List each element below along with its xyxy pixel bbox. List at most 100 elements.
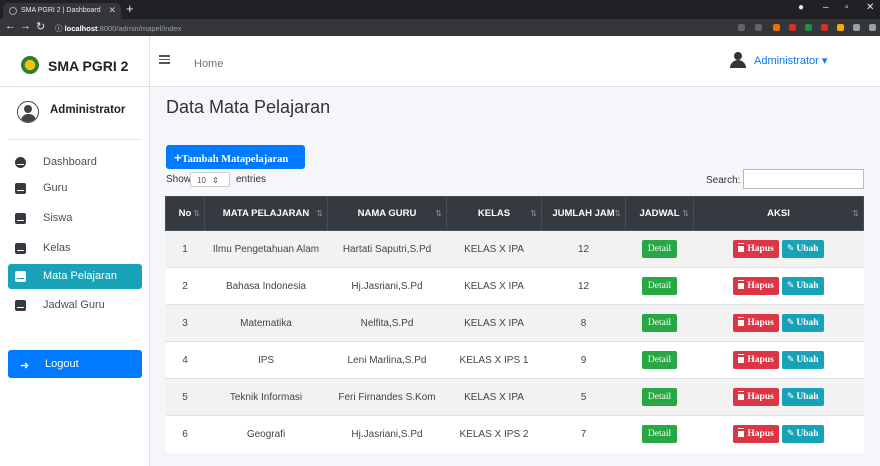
sort-icon: ⇅ — [316, 209, 323, 218]
url-path: :8000/admin/mapel/index — [97, 24, 182, 33]
extension-icon[interactable] — [821, 24, 828, 31]
column-header-jadwal[interactable]: JADWAL ⇅ — [625, 196, 694, 231]
minimize-icon[interactable]: – — [823, 2, 829, 13]
reload-icon[interactable]: ↻ — [36, 20, 45, 33]
extensions-puzzle-icon[interactable] — [853, 24, 860, 31]
maximize-icon[interactable]: ▫ — [845, 2, 849, 13]
bookmark-star-icon[interactable] — [755, 24, 762, 31]
column-header-no[interactable]: No ⇅ — [165, 196, 205, 231]
trash-icon — [738, 318, 745, 326]
tab-close-icon[interactable]: ✕ — [108, 5, 116, 16]
back-icon[interactable]: ← — [5, 20, 16, 32]
cell-subject: Teknik Informasi — [204, 378, 328, 416]
sort-icon: ⇅ — [435, 209, 442, 218]
table-icon — [15, 183, 26, 194]
sidebar-item-siswa[interactable]: Siswa — [8, 206, 142, 231]
column-header-kelas[interactable]: KELAS ⇅ — [446, 196, 542, 231]
extension-icon[interactable] — [773, 24, 780, 31]
sort-icon: ⇅ — [852, 209, 859, 218]
table-body: 1 Ilmu Pengetahuan Alam Hartati Saputri,S.… — [165, 230, 864, 453]
column-header-label: JADWAL — [639, 208, 680, 219]
brand[interactable]: SMA PGRI 2 — [0, 36, 149, 87]
profile-icon[interactable]: ● — [798, 2, 804, 13]
cell-jadwal: Detail — [625, 341, 694, 379]
edit-button[interactable]: ✎ Ubah — [781, 240, 824, 258]
sidebar-item-label: Jadwal Guru — [43, 299, 105, 311]
delete-button[interactable]: Hapus — [733, 425, 779, 444]
cell-aksi: Hapus ✎ Ubah — [693, 230, 864, 268]
translate-icon[interactable] — [738, 24, 745, 31]
user-panel[interactable]: Administrator — [8, 87, 141, 140]
user-dropdown[interactable]: Administrator ▾ — [754, 54, 827, 67]
user-icon — [730, 52, 746, 68]
edit-button[interactable]: ✎ Ubah — [781, 277, 824, 295]
delete-button[interactable]: Hapus — [733, 314, 779, 332]
cell-class: KELAS X IPS 1 — [446, 341, 542, 379]
sort-icon: ⇅ — [614, 209, 621, 218]
cell-subject: Bahasa Indonesia — [204, 267, 328, 305]
show-label: Show — [166, 174, 192, 185]
cell-jadwal: Detail — [625, 230, 694, 268]
sidebar-item-mata-pelajaran[interactable]: Mata Pelajaran — [8, 264, 142, 289]
sidebar-item-kelas[interactable]: Kelas — [8, 236, 142, 261]
detail-button[interactable]: Detail — [641, 314, 678, 332]
edit-button[interactable]: ✎ Ubah — [781, 314, 824, 332]
new-tab-icon[interactable]: + — [126, 1, 134, 16]
column-header-aksi[interactable]: AKSI ⇅ — [693, 196, 864, 231]
subjects-table: No ⇅ MATA PELAJARAN ⇅ NAMA GURU ⇅ KELAS ⇅ JU… — [165, 196, 864, 453]
close-window-icon[interactable]: ✕ — [866, 2, 874, 13]
column-header-nama-guru[interactable]: NAMA GURU ⇅ — [327, 196, 447, 231]
edit-button[interactable]: ✎ Ubah — [781, 425, 824, 444]
cell-class: KELAS X IPS 2 — [446, 415, 542, 453]
detail-button[interactable]: Detail — [641, 425, 678, 444]
edit-button[interactable]: ✎ Ubah — [781, 351, 824, 369]
column-header-label: No — [178, 208, 192, 219]
cell-jadwal: Detail — [625, 415, 694, 453]
sidebar-item-dashboard[interactable]: Dashboard — [8, 150, 142, 175]
detail-button[interactable]: Detail — [641, 351, 678, 369]
search-input[interactable] — [743, 169, 864, 189]
extension-icon[interactable] — [789, 24, 796, 31]
url-host: localhost — [64, 24, 98, 33]
entries-select[interactable]: 10 ⇕ — [190, 172, 230, 187]
extension-icon[interactable] — [837, 24, 844, 31]
pencil-icon: ✎ — [786, 318, 795, 328]
extension-icon[interactable] — [805, 24, 812, 31]
trash-icon — [738, 392, 745, 400]
cell-jadwal: Detail — [625, 267, 694, 305]
table-row: 5 Teknik Informasi Feri Firnandes S.Kom KEL… — [165, 378, 864, 416]
forward-icon[interactable]: → — [20, 20, 31, 32]
logout-label: Logout — [45, 358, 79, 370]
column-header-label: KELAS — [477, 208, 511, 219]
table-row: 2 Bahasa Indonesia Hj.Jasriani,S.Pd KELAS X… — [165, 267, 864, 305]
user-dropdown-label: Administrator — [754, 55, 819, 67]
cell-hours: 12 — [541, 267, 626, 305]
delete-label: Hapus — [747, 429, 774, 440]
hamburger-menu-icon[interactable] — [159, 55, 170, 64]
sidebar-item-jadwal-guru[interactable]: Jadwal Guru — [8, 293, 142, 318]
delete-button[interactable]: Hapus — [733, 351, 779, 369]
logout-button[interactable]: ➜ Logout — [8, 350, 142, 378]
cell-jadwal: Detail — [625, 304, 694, 342]
cell-class: KELAS X IPA — [446, 267, 542, 305]
home-link[interactable]: Home — [194, 58, 223, 70]
browser-tab[interactable]: SMA PGRI 2 | Dashboard ✕ — [3, 3, 121, 19]
delete-button[interactable]: Hapus — [733, 277, 779, 295]
add-subject-label: Tambah Matapelajaran — [181, 154, 289, 165]
delete-button[interactable]: Hapus — [733, 240, 779, 258]
url-field[interactable]: ⓘ localhost:8000/admin/mapel/index — [55, 21, 797, 34]
detail-button[interactable]: Detail — [641, 277, 678, 295]
edit-button[interactable]: ✎ Ubah — [781, 388, 824, 406]
cell-class: KELAS X IPA — [446, 378, 542, 416]
cell-no: 6 — [165, 415, 205, 453]
cell-hours: 7 — [541, 415, 626, 453]
add-subject-button[interactable]: +Tambah Matapelajaran — [166, 145, 305, 169]
detail-button[interactable]: Detail — [641, 388, 678, 406]
detail-button[interactable]: Detail — [641, 240, 678, 258]
sidebar-item-label: Mata Pelajaran — [43, 270, 117, 282]
menu-icon[interactable] — [869, 24, 876, 31]
column-header-mata-pelajaran[interactable]: MATA PELAJARAN ⇅ — [204, 196, 328, 231]
delete-button[interactable]: Hapus — [733, 388, 779, 406]
column-header-jumlah-jam[interactable]: JUMLAH JAM ⇅ — [541, 196, 626, 231]
sidebar-item-guru[interactable]: Guru — [8, 176, 142, 201]
